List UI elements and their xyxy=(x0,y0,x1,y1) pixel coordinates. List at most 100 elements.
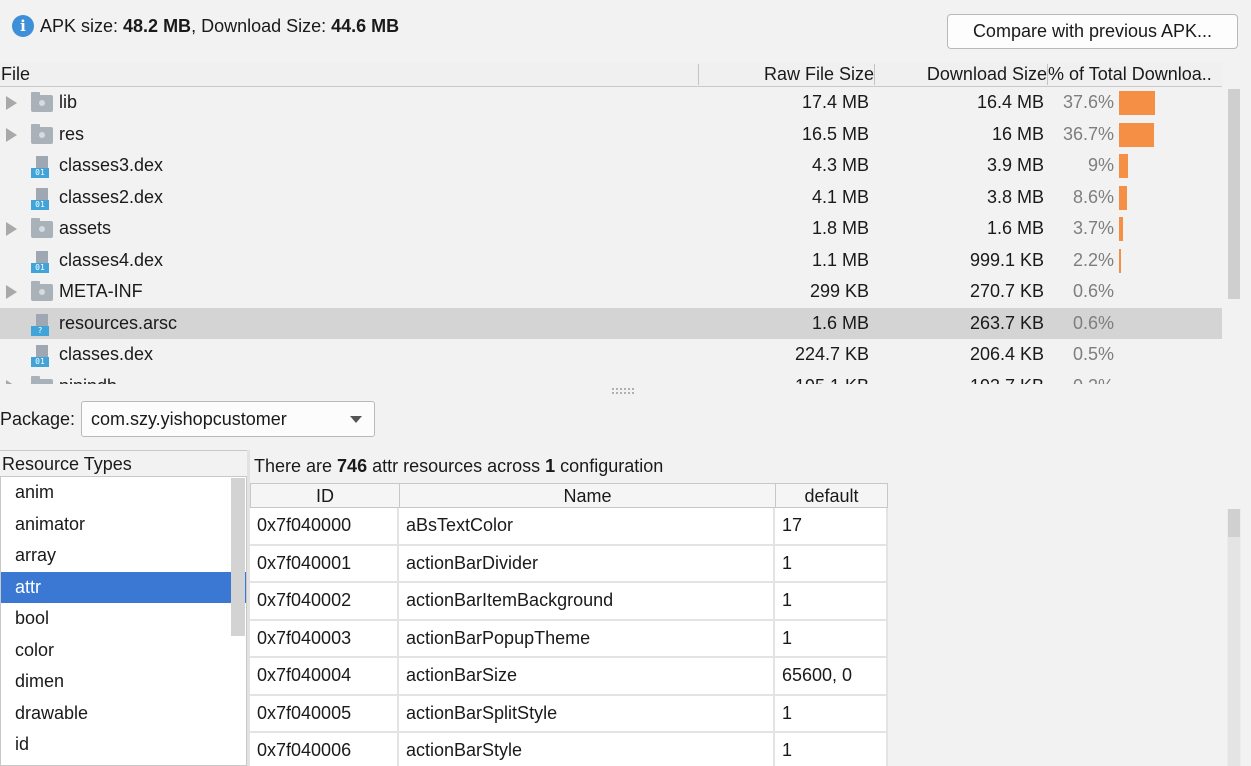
splitter-handle[interactable] xyxy=(612,388,634,394)
resource-default-cell: 1 xyxy=(775,695,888,731)
resource-table-scrollbar[interactable] xyxy=(1227,509,1241,766)
scrollbar-track[interactable] xyxy=(1228,537,1240,766)
download-size: 3.9 MB xyxy=(986,155,1044,175)
folder-icon xyxy=(31,92,53,112)
resource-table: ID Name default 0x7f040000 aBsTextColor 17… xyxy=(250,483,1251,766)
percent-of-total: 0.6% xyxy=(1072,281,1114,301)
resource-row[interactable]: 0x7f040006 actionBarStyle 1 xyxy=(250,733,888,766)
raw-file-size: 4.3 MB xyxy=(811,155,869,175)
resource-row[interactable]: 0x7f040002 actionBarItemBackground 1 xyxy=(250,583,888,621)
resource-id-cell: 0x7f040003 xyxy=(250,620,399,656)
download-size: 3.8 MB xyxy=(986,186,1044,207)
resource-row[interactable]: 0x7f040004 actionBarSize 65600, 0 xyxy=(250,658,888,696)
column-header-download-size[interactable]: Download Size xyxy=(876,62,1047,87)
file-row[interactable]: 01 classes.dex 224.7 KB 206.4 KB 0.5% xyxy=(0,339,1222,371)
raw-file-size: 1.6 MB xyxy=(811,312,869,333)
resource-id-cell: 0x7f040006 xyxy=(250,733,399,766)
scrollbar-thumb[interactable] xyxy=(1228,89,1240,299)
resource-default-cell: 1 xyxy=(775,545,888,581)
resource-name-cell: actionBarDivider xyxy=(399,545,775,581)
file-row[interactable]: ? resources.arsc 1.6 MB 263.7 KB 0.6% xyxy=(0,307,1222,339)
column-header-id[interactable]: ID xyxy=(251,484,400,508)
download-size: 206.4 KB xyxy=(969,344,1044,364)
expand-arrow-icon[interactable] xyxy=(6,222,17,236)
resource-type-item[interactable]: bool xyxy=(1,603,246,635)
file-table-body: lib 17.4 MB 16.4 MB 37.6% res 16.5 MB 16 MB 36.… xyxy=(0,87,1222,384)
resource-default-cell: 1 xyxy=(775,620,888,656)
column-header-name[interactable]: Name xyxy=(400,484,776,508)
folder-icon xyxy=(31,375,53,384)
resource-row[interactable]: 0x7f040001 actionBarDivider 1 xyxy=(250,545,888,583)
resource-row[interactable]: 0x7f040000 aBsTextColor 17 xyxy=(250,508,888,546)
percent-of-total: 3.7% xyxy=(1072,218,1114,238)
expand-arrow-icon[interactable] xyxy=(6,127,17,142)
download-size: 999.1 KB xyxy=(969,249,1044,270)
expand-arrow-icon[interactable] xyxy=(6,96,17,110)
raw-file-size: 4.1 MB xyxy=(811,186,869,207)
size-share-bar xyxy=(1119,248,1121,273)
package-dropdown[interactable]: com.szy.yishopcustomer xyxy=(81,401,375,437)
file-row[interactable]: META-INF 299 KB 270.7 KB 0.6% xyxy=(0,276,1222,308)
resource-type-item[interactable]: animator xyxy=(1,509,246,541)
file-name: ninjndb xyxy=(59,371,117,385)
percent-of-total: 37.6% xyxy=(1062,92,1114,112)
column-divider[interactable] xyxy=(874,64,875,85)
resource-id-cell: 0x7f040004 xyxy=(250,658,399,694)
column-header-default[interactable]: default xyxy=(776,484,888,508)
expand-arrow-icon[interactable] xyxy=(6,285,17,299)
raw-file-size: 17.4 MB xyxy=(801,92,869,112)
file-row[interactable]: res 16.5 MB 16 MB 36.7% xyxy=(0,119,1222,151)
file-row[interactable]: ninjndb 195.1 KB 193.7 KB0.2% xyxy=(0,371,1222,385)
percent-of-total: 9% xyxy=(1087,155,1114,175)
resource-type-item[interactable]: drawable xyxy=(1,698,246,730)
file-name: resources.arsc xyxy=(59,312,178,333)
column-divider[interactable] xyxy=(698,64,699,85)
file-row[interactable]: 01 classes4.dex 1.1 MB 999.1 KB 2.2% xyxy=(0,245,1222,277)
resource-type-item[interactable]: id xyxy=(1,729,246,761)
resource-type-item[interactable]: color xyxy=(1,635,246,667)
download-size-value: 44.6 MB xyxy=(331,15,400,36)
resource-count: 746 xyxy=(337,456,368,476)
raw-file-size: 16.5 MB xyxy=(801,123,869,144)
resource-default-cell: 1 xyxy=(775,733,888,766)
scrollbar-thumb[interactable] xyxy=(1228,509,1240,537)
column-header-percent[interactable]: % of Total Downloa.. xyxy=(1048,62,1224,87)
folder-icon xyxy=(31,281,53,301)
resource-types-scrollbar[interactable] xyxy=(231,478,245,636)
file-row[interactable]: lib 17.4 MB 16.4 MB 37.6% xyxy=(0,87,1222,119)
file-row[interactable]: assets 1.8 MB 1.6 MB 3.7% xyxy=(0,213,1222,245)
raw-file-size: 299 KB xyxy=(809,281,869,301)
resource-default-cell: 1 xyxy=(775,583,888,619)
dex-file-icon: 01 xyxy=(31,345,53,367)
raw-file-size: 195.1 KB xyxy=(795,371,869,385)
download-size: 1.6 MB xyxy=(986,218,1044,238)
download-size: 193.7 KB xyxy=(970,371,1044,385)
percent-of-total: 8.6% xyxy=(1072,186,1114,207)
file-name: lib xyxy=(59,92,78,112)
res-folder-icon xyxy=(31,123,53,144)
percent-of-total: 2.2% xyxy=(1072,249,1114,270)
file-row[interactable]: 01 classes3.dex 4.3 MB 3.9 MB 9% xyxy=(0,150,1222,182)
dex-file-icon: 01 xyxy=(31,187,53,210)
expand-arrow-icon[interactable] xyxy=(6,379,17,384)
resource-row[interactable]: 0x7f040003 actionBarPopupTheme 1 xyxy=(250,620,888,658)
resource-type-item[interactable]: anim xyxy=(1,477,246,509)
column-header-raw-size[interactable]: Raw File Size xyxy=(700,62,874,87)
file-row[interactable]: 01 classes2.dex 4.1 MB 3.8 MB 8.6% xyxy=(0,182,1222,214)
resource-type-item[interactable]: array xyxy=(1,540,246,572)
resource-id-cell: 0x7f040001 xyxy=(250,545,399,581)
file-table-scrollbar[interactable] xyxy=(1227,87,1241,384)
compare-with-previous-apk-button[interactable]: Compare with previous APK... xyxy=(947,14,1238,49)
download-size: 263.7 KB xyxy=(969,312,1044,333)
size-share-bar xyxy=(1119,154,1128,178)
resource-types-list: anim animator array attr bool color dimen drawa… xyxy=(0,476,247,766)
raw-file-size: 1.8 MB xyxy=(811,218,869,238)
column-header-file[interactable]: File xyxy=(1,62,30,87)
resource-types-header: Resource Types xyxy=(0,450,247,476)
resource-type-item[interactable]: attr xyxy=(1,571,246,603)
percent-of-total: 0.2% xyxy=(1044,371,1114,385)
resource-type-item[interactable]: dimen xyxy=(1,666,246,698)
file-name: assets xyxy=(59,218,112,238)
resource-row[interactable]: 0x7f040005 actionBarSplitStyle 1 xyxy=(250,695,888,733)
arsc-file-icon: ? xyxy=(31,313,53,336)
